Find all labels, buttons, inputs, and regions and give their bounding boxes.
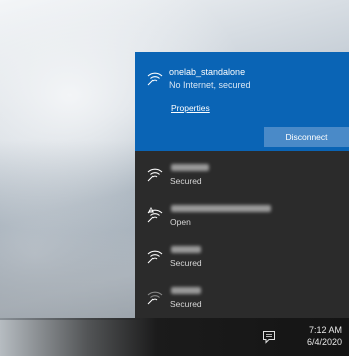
network-list-item[interactable]: Secured — [135, 157, 349, 197]
wifi-icon — [147, 248, 163, 264]
wifi-open-icon — [147, 207, 163, 223]
clock-time: 7:12 AM — [308, 325, 342, 335]
network-list-item[interactable]: Open — [135, 198, 349, 238]
taskbar-clock[interactable]: 7:12 AM 6/4/2020 — [307, 324, 342, 348]
wifi-icon — [147, 166, 163, 182]
network-list-item[interactable]: Secured — [135, 280, 349, 318]
network-status: Secured — [170, 176, 202, 186]
disconnect-button[interactable]: Disconnect — [264, 127, 349, 147]
wifi-icon — [147, 289, 163, 305]
properties-link[interactable]: Properties — [171, 103, 210, 114]
action-center-icon[interactable] — [262, 330, 276, 344]
wifi-icon — [147, 70, 163, 86]
desktop-shade — [0, 140, 140, 320]
network-status: Open — [170, 217, 191, 227]
network-status: Secured — [170, 258, 202, 268]
network-flyout: onelab_standalone No Internet, secured P… — [135, 52, 349, 318]
network-name-redacted — [171, 205, 271, 212]
network-name-redacted — [171, 287, 201, 294]
network-name: onelab_standalone — [169, 67, 246, 77]
connected-network-item[interactable]: onelab_standalone No Internet, secured P… — [135, 52, 349, 151]
network-name-redacted — [171, 246, 201, 253]
clock-date: 6/4/2020 — [306, 337, 342, 347]
network-status: No Internet, secured — [169, 80, 251, 90]
network-status: Secured — [170, 299, 202, 309]
network-name-redacted — [171, 164, 209, 171]
network-list-item[interactable]: Secured — [135, 239, 349, 279]
taskbar: 7:12 AM 6/4/2020 — [0, 318, 349, 356]
